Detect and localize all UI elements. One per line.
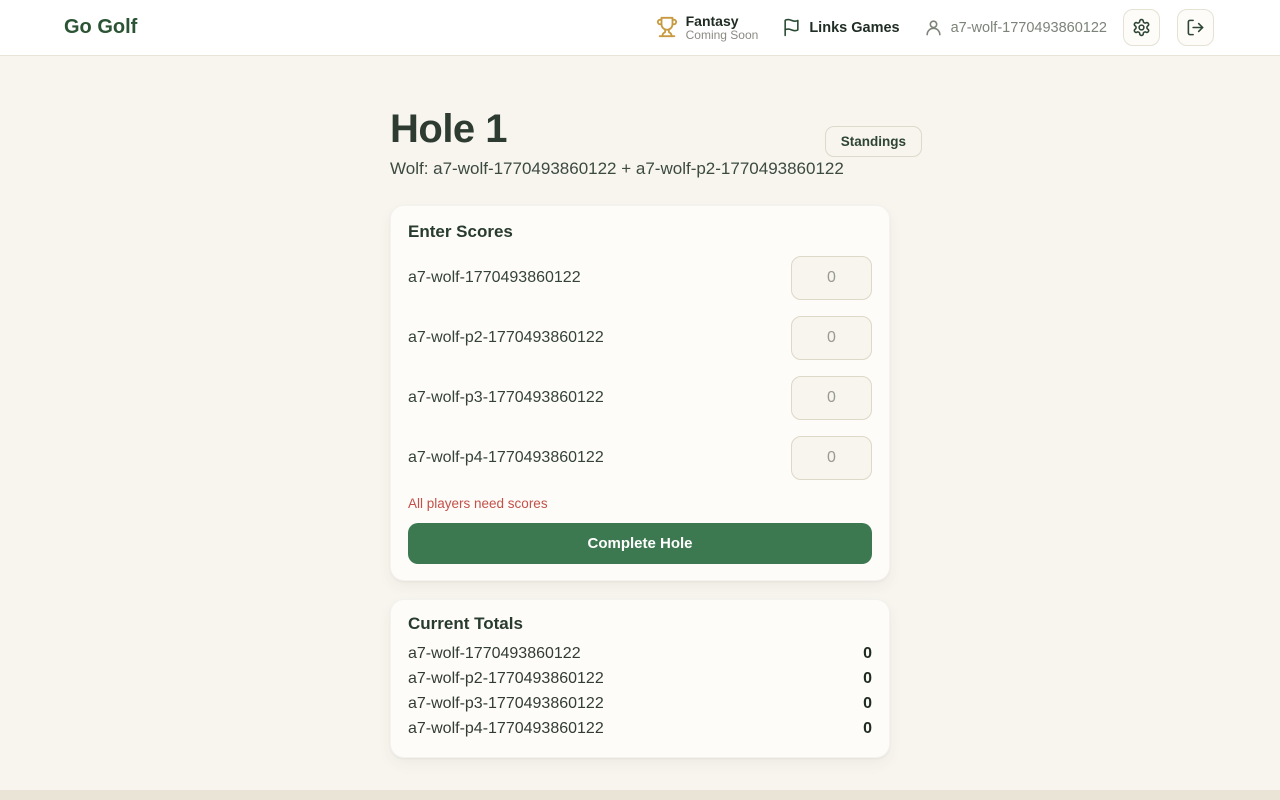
footer-bar [0,790,1280,800]
logout-button[interactable] [1177,9,1214,46]
fantasy-label: Fantasy [686,13,759,29]
total-row: a7-wolf-p3-1770493860122 0 [408,691,872,716]
logout-icon [1186,18,1205,37]
player-name: a7-wolf-p3-1770493860122 [408,389,604,407]
score-input-player-2[interactable] [791,316,872,360]
trophy-icon [656,16,678,38]
total-player-name: a7-wolf-p2-1770493860122 [408,670,604,688]
score-row: a7-wolf-p3-1770493860122 [408,376,872,420]
total-player-name: a7-wolf-p3-1770493860122 [408,695,604,713]
score-row: a7-wolf-p4-1770493860122 [408,436,872,480]
settings-button[interactable] [1123,9,1160,46]
score-input-player-3[interactable] [791,376,872,420]
user-icon [924,18,943,37]
total-value: 0 [863,670,872,688]
score-rows: a7-wolf-1770493860122 a7-wolf-p2-1770493… [408,256,872,480]
score-row: a7-wolf-p2-1770493860122 [408,316,872,360]
player-name: a7-wolf-p4-1770493860122 [408,449,604,467]
total-row: a7-wolf-1770493860122 0 [408,641,872,666]
header-nav: Fantasy Coming Soon Links Games a7-wolf-… [656,9,1214,46]
total-player-name: a7-wolf-p4-1770493860122 [408,720,604,738]
app-logo[interactable]: Go Golf [64,16,137,39]
player-name: a7-wolf-1770493860122 [408,269,581,287]
current-totals-heading: Current Totals [408,614,872,634]
enter-scores-heading: Enter Scores [408,222,872,242]
enter-scores-card: Enter Scores a7-wolf-1770493860122 a7-wo… [390,205,890,581]
app-header: Go Golf Fantasy Coming Soon [0,0,1280,56]
validation-error: All players need scores [408,496,872,511]
score-row: a7-wolf-1770493860122 [408,256,872,300]
fantasy-sublabel: Coming Soon [686,29,759,43]
total-value: 0 [863,695,872,713]
gear-icon [1132,18,1151,37]
score-input-player-4[interactable] [791,436,872,480]
nav-item-fantasy[interactable]: Fantasy Coming Soon [656,13,759,43]
nav-item-user[interactable]: a7-wolf-1770493860122 [924,18,1107,37]
page-title: Hole 1 [390,106,890,152]
complete-hole-button[interactable]: Complete Hole [408,523,872,564]
player-name: a7-wolf-p2-1770493860122 [408,329,604,347]
wolf-subtitle: Wolf: a7-wolf-1770493860122 + a7-wolf-p2… [390,159,890,179]
standings-button[interactable]: Standings [825,126,922,157]
total-player-name: a7-wolf-1770493860122 [408,645,581,663]
total-value: 0 [863,720,872,738]
current-totals-card: Current Totals a7-wolf-1770493860122 0 a… [390,599,890,758]
links-games-label: Links Games [809,20,899,36]
totals-rows: a7-wolf-1770493860122 0 a7-wolf-p2-17704… [408,641,872,741]
main-content: Hole 1 Standings Wolf: a7-wolf-177049386… [390,56,890,758]
header-buttons [1123,9,1214,46]
total-row: a7-wolf-p2-1770493860122 0 [408,666,872,691]
username-label: a7-wolf-1770493860122 [951,20,1107,36]
score-input-player-1[interactable] [791,256,872,300]
nav-item-links-games[interactable]: Links Games [782,18,899,37]
fantasy-text: Fantasy Coming Soon [686,13,759,43]
flag-icon [782,18,801,37]
hero-row: Hole 1 Standings [390,106,890,152]
total-row: a7-wolf-p4-1770493860122 0 [408,716,872,741]
total-value: 0 [863,645,872,663]
